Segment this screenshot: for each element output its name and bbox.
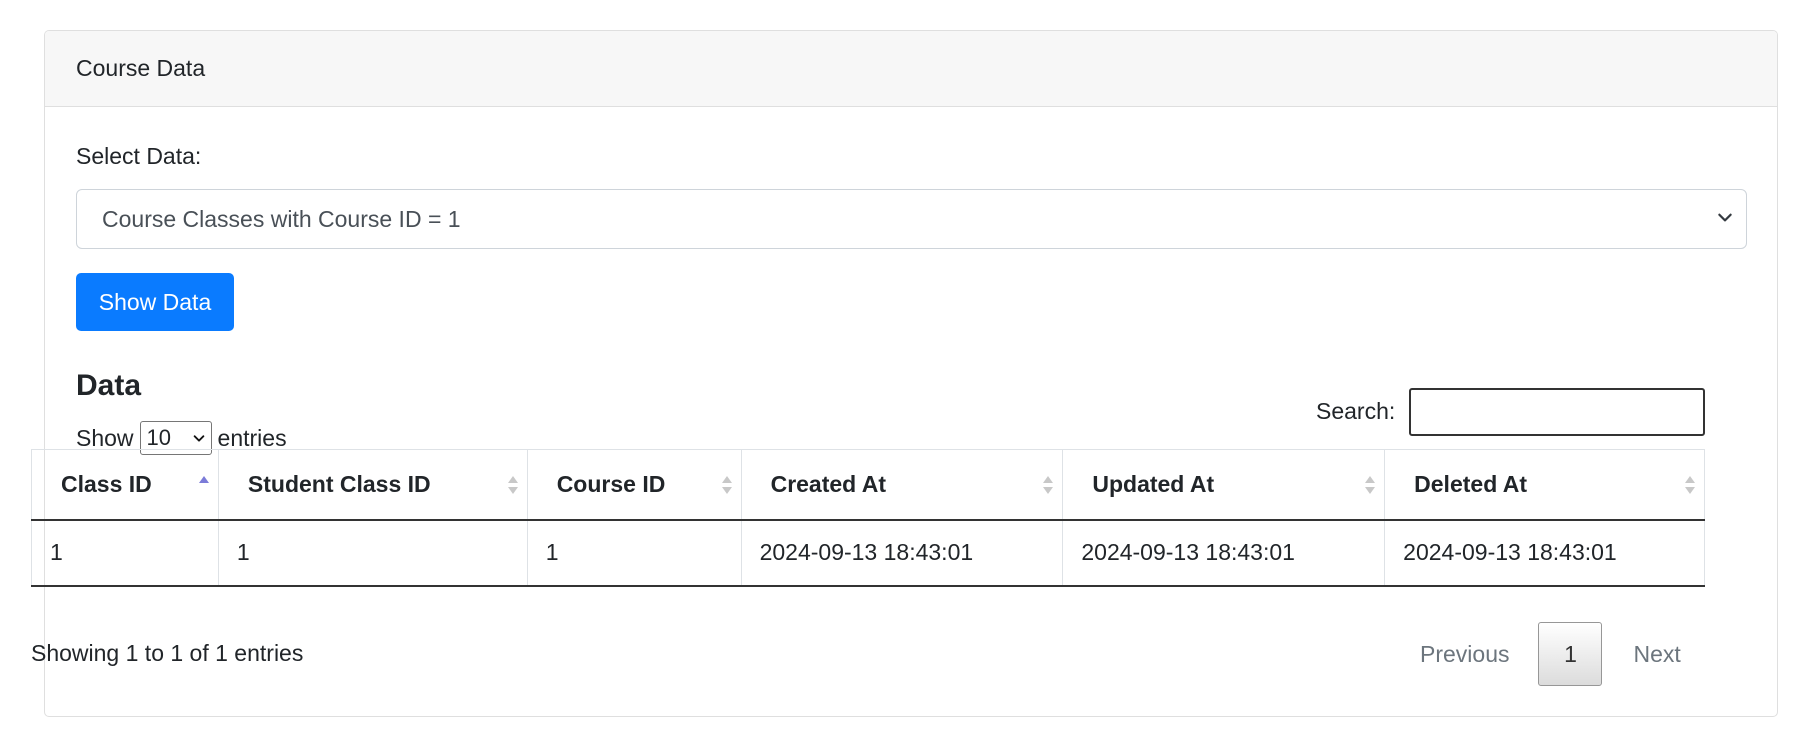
search-label: Search: <box>1316 398 1396 424</box>
search-input[interactable] <box>1409 388 1705 436</box>
chevron-down-icon <box>1718 213 1732 222</box>
column-header-label: Deleted At <box>1414 470 1528 497</box>
previous-button[interactable]: Previous <box>1420 641 1509 668</box>
next-button[interactable]: Next <box>1633 641 1680 668</box>
data-select-value: Course Classes with Course ID = 1 <box>102 205 461 232</box>
column-header-student-class-id[interactable]: Student Class ID <box>217 449 528 521</box>
select-data-label: Select Data: <box>76 143 202 169</box>
column-header-class-id[interactable]: Class ID <box>31 449 219 521</box>
sort-ascending-icon <box>198 476 209 483</box>
table-info: Showing 1 to 1 of 1 entries <box>31 640 304 666</box>
sort-both-icon <box>1365 476 1376 494</box>
column-header-course-id[interactable]: Course ID <box>526 449 742 521</box>
sort-both-icon <box>721 476 732 494</box>
cell-course-id: 1 <box>526 519 742 587</box>
column-header-label: Updated At <box>1092 470 1215 497</box>
table-row: 1 1 1 2024-09-13 18:43:01 2024-09-13 18:… <box>31 519 1705 587</box>
column-header-label: Student Class ID <box>247 470 431 497</box>
column-header-label: Created At <box>770 470 887 497</box>
course-data-card: Course Data Select Data: Course Classes … <box>44 30 1778 717</box>
show-data-button[interactable]: Show Data <box>76 273 234 331</box>
sort-both-icon <box>507 476 518 494</box>
cell-updated-at: 2024-09-13 18:43:01 <box>1062 519 1386 587</box>
column-header-label: Course ID <box>556 470 666 497</box>
pagination: Previous 1 Next <box>1420 622 1681 686</box>
cell-deleted-at: 2024-09-13 18:43:01 <box>1384 519 1705 587</box>
data-table: Class ID Student Class ID Course ID Crea… <box>31 449 1705 587</box>
entries-per-page-value: 10 <box>146 425 172 450</box>
cell-student-class-id: 1 <box>217 519 528 587</box>
card-header: Course Data <box>45 31 1777 107</box>
sort-both-icon <box>1685 476 1695 494</box>
chevron-down-icon <box>193 435 204 442</box>
sort-both-icon <box>1043 476 1054 494</box>
data-section-title: Data <box>76 369 142 402</box>
column-header-label: Class ID <box>61 470 152 497</box>
column-header-deleted-at[interactable]: Deleted At <box>1384 449 1705 521</box>
page-button-1[interactable]: 1 <box>1538 622 1603 686</box>
column-header-created-at[interactable]: Created At <box>740 449 1064 521</box>
column-header-updated-at[interactable]: Updated At <box>1062 449 1386 521</box>
cell-class-id: 1 <box>31 519 219 587</box>
entries-label: entries <box>217 424 287 451</box>
data-select-dropdown[interactable]: Course Classes with Course ID = 1 <box>76 189 1747 249</box>
table-header-row: Class ID Student Class ID Course ID Crea… <box>31 449 1705 521</box>
cell-created-at: 2024-09-13 18:43:01 <box>740 519 1064 587</box>
show-label: Show <box>76 424 134 451</box>
card-title: Course Data <box>76 55 206 81</box>
